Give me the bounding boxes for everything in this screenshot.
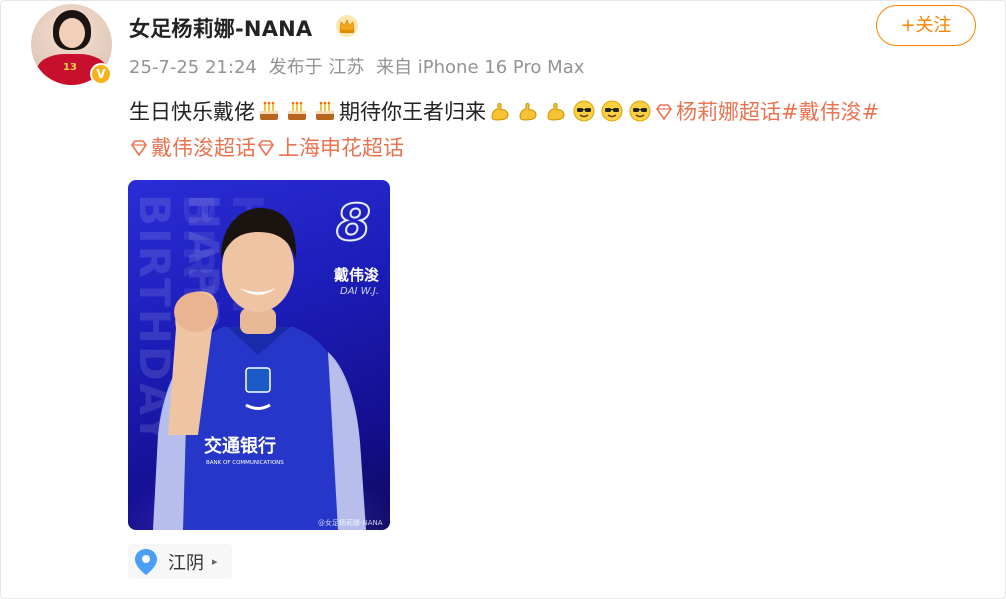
cool-face-emoji-icon [573,100,595,122]
cake-emoji-icon [288,101,306,120]
image-watermark: @女足杨莉娜-NANA [318,519,383,527]
player-name: 戴伟浚 [334,266,380,284]
supertopic-label: 戴伟浚超话 [151,136,256,160]
cake-emoji-icon [316,101,334,120]
jersey-number: 8 [335,193,372,253]
supertopic-label: 杨莉娜超话 [676,100,781,124]
cool-face-emoji-icon [601,100,623,122]
post-location-published: 发布于 江苏 [268,57,365,78]
supertopic-link-daiweijun[interactable]: 戴伟浚超话 [129,136,256,160]
player-name-en: DAI W.J. [340,286,380,297]
diamond-topic-icon [656,104,672,121]
cake-emoji-icon [260,101,278,120]
svg-text:BANK OF COMMUNICATIONS: BANK OF COMMUNICATIONS [206,460,284,466]
flexed-biceps-emoji-icon [547,103,565,121]
avatar-jersey-number: 13 [63,62,77,73]
post-line-1: 生日快乐戴佬 期待你王者归来 杨莉娜超话#戴伟浚# [129,94,979,130]
hashtag-link-daiweijun[interactable]: #戴伟浚# [781,100,879,124]
verified-badge-icon: V [90,63,112,85]
flexed-biceps-emoji-icon [519,103,537,121]
location-tag[interactable]: 江阴 ▸ [128,544,232,579]
username[interactable]: 女足杨莉娜-NANA [129,13,312,43]
post-device: 来自 iPhone 16 Pro Max [376,57,585,78]
location-name: 江阴 [168,552,204,574]
diamond-topic-icon [258,140,274,157]
crown-icon [336,15,358,37]
post-text-birthday: 生日快乐戴佬 [129,100,255,124]
post-meta: 25-7-25 21:24 发布于 江苏 来自 iPhone 16 Pro Ma… [129,53,584,79]
cool-face-emoji-icon [629,100,651,122]
location-pin-icon [135,548,157,575]
flexed-biceps-emoji-icon [491,103,509,121]
post-line-2: 戴伟浚超话 上海申花超话 [129,130,979,166]
svg-text:交通银行: 交通银行 [204,435,276,457]
avatar-face [59,18,85,48]
post-text-wish: 期待你王者归来 [339,100,486,124]
chevron-right-icon: ▸ [212,555,218,568]
weibo-post-card: 13 V 女足杨莉娜-NANA 25-7-25 21:24 发布于 江苏 来自 … [0,0,1006,599]
supertopic-label: 上海申花超话 [278,136,404,160]
post-timestamp[interactable]: 25-7-25 21:24 [129,57,257,78]
supertopic-link-yangnina[interactable]: 杨莉娜超话 [654,100,781,124]
post-body: 生日快乐戴佬 期待你王者归来 杨莉娜超话#戴伟浚# 戴伟浚超话 上海申花超话 [129,94,979,166]
diamond-topic-icon [131,140,147,157]
follow-button[interactable]: +关注 [876,5,976,46]
post-image[interactable]: HAPPY BIRTHDAY HAPPY BIRTHDAY 交通银行 BANK … [128,180,390,530]
supertopic-link-shenhua[interactable]: 上海申花超话 [256,136,404,160]
